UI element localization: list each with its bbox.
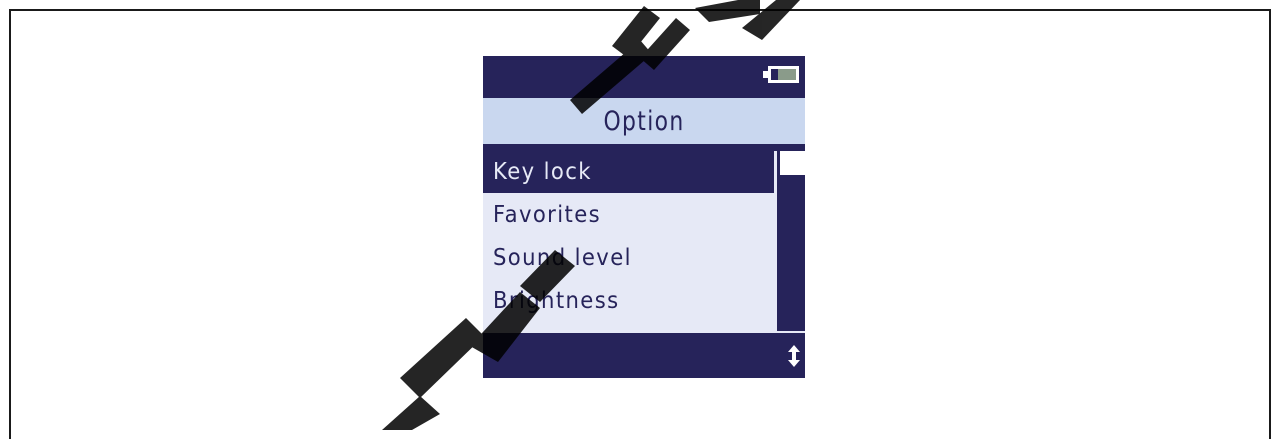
menu-area: Key lock Favorites Sound level Brightnes… [483,151,805,331]
menu-item-sound-level[interactable]: Sound level [483,237,777,279]
menu-item-favorites[interactable]: Favorites [483,194,777,236]
title-bar: Option [483,98,805,144]
menu-item-label: Favorites [493,202,602,228]
menu-item-brightness[interactable]: Brightness [483,280,777,322]
menu-list: Key lock Favorites Sound level Brightnes… [483,151,777,331]
battery-icon [763,66,799,83]
scrollbar-thumb[interactable] [780,151,805,175]
scrollbar[interactable] [780,151,805,331]
status-bar [483,56,805,98]
device-screen: Option Key lock Favorites Sound level Br… [483,56,805,378]
menu-item-label: Key lock [493,159,592,185]
bottom-bar [483,333,805,378]
page-title: Option [603,105,685,137]
up-down-arrow-icon [788,345,800,367]
menu-item-label: Brightness [493,288,620,314]
menu-item-label: Sound level [493,245,632,271]
menu-item-key-lock[interactable]: Key lock [483,151,777,193]
